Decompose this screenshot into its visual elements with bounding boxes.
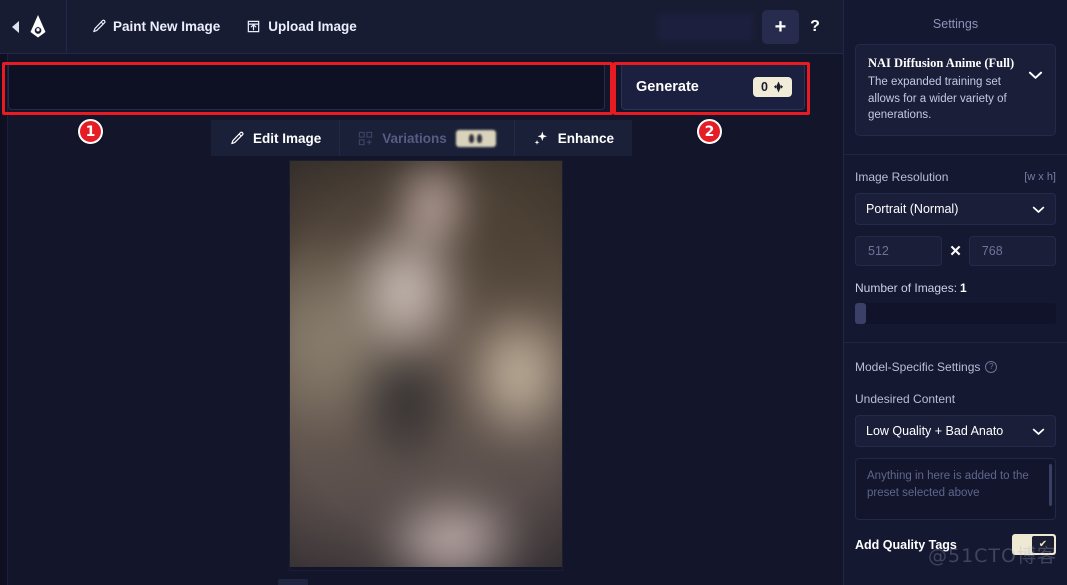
enhance-label: Enhance <box>557 130 615 146</box>
anlas-cost-value: 0 <box>761 79 768 94</box>
dimension-fields: 512 ✕ 768 <box>855 236 1057 267</box>
top-toolbar: Paint New Image Upload Image + ? <box>0 0 843 54</box>
edit-image-button[interactable]: Edit Image <box>210 120 341 156</box>
variations-grid-icon <box>359 131 373 145</box>
thumbnail-strip-handle[interactable] <box>278 579 308 585</box>
image-tab-placeholder[interactable] <box>658 13 753 41</box>
model-selector-card[interactable]: NAI Diffusion Anime (Full) The expanded … <box>855 44 1056 137</box>
logo-group <box>0 0 67 53</box>
variations-cost-badge <box>455 129 496 147</box>
x-icon: ✕ <box>949 243 962 261</box>
prompt-input[interactable] <box>8 63 605 110</box>
number-of-images-slider[interactable] <box>855 303 1056 325</box>
add-tab-button[interactable]: + <box>762 10 799 44</box>
variations-label: Variations <box>382 130 447 146</box>
number-of-images-label: Number of Images: <box>855 281 958 296</box>
chevron-down-icon <box>1032 206 1045 213</box>
slider-knob[interactable] <box>855 303 866 325</box>
generated-image-blurred <box>289 161 562 570</box>
question-mark-icon: ? <box>810 18 820 35</box>
add-quality-tags-row: Add Quality Tags ✔ <box>844 520 1067 556</box>
brush-icon <box>93 19 106 33</box>
width-input[interactable]: 512 <box>855 236 943 267</box>
generate-button[interactable]: Generate 0 <box>621 63 805 110</box>
upload-image-button[interactable]: Upload Image <box>236 12 367 41</box>
add-quality-tags-toggle[interactable]: ✔ <box>1012 534 1056 556</box>
annotation-badge-2: 2 <box>697 119 722 144</box>
resolution-hint: [w x h] <box>1024 171 1056 184</box>
generate-button-wrapper: Generate 0 <box>621 63 805 110</box>
undesired-content-preset-select[interactable]: Low Quality + Bad Anato <box>855 415 1056 448</box>
check-icon: ✔ <box>1032 536 1054 554</box>
settings-panel-title: Settings <box>932 17 979 31</box>
plus-icon: + <box>774 15 787 38</box>
sparkle-icon <box>534 131 547 145</box>
height-input[interactable]: 768 <box>968 236 1057 267</box>
resolution-preset-select[interactable]: Portrait (Normal) <box>855 193 1056 226</box>
help-button[interactable]: ? <box>799 10 831 44</box>
upload-icon <box>248 20 260 33</box>
undesired-content-textarea[interactable]: Anything in here is added to the preset … <box>855 458 1056 521</box>
prompt-input-wrapper <box>8 63 605 110</box>
collapse-left-arrow-icon[interactable] <box>12 20 19 33</box>
resolution-header: Image Resolution [w x h] <box>855 170 1056 184</box>
variations-button[interactable]: Variations <box>340 120 515 156</box>
height-value: 768 <box>981 244 1003 259</box>
edit-image-label: Edit Image <box>252 130 322 146</box>
model-specific-settings-section: Model-Specific Settings? Undesired Conte… <box>844 343 1067 521</box>
toolbar-right-group: + ? <box>658 0 843 54</box>
image-canvas-area <box>8 156 843 585</box>
paint-new-image-button[interactable]: Paint New Image <box>81 12 230 41</box>
model-name: NAI Diffusion Anime (Full) <box>868 56 1015 70</box>
resolution-preset-value: Portrait (Normal) <box>866 202 959 217</box>
textarea-scrollbar[interactable] <box>1049 464 1052 507</box>
image-resolution-label: Image Resolution <box>855 170 949 185</box>
add-quality-tags-label: Add Quality Tags <box>855 537 957 552</box>
toolbar-actions: Paint New Image Upload Image <box>67 12 367 41</box>
anlas-glyph <box>477 133 483 143</box>
anlas-cost-badge: 0 <box>753 76 792 97</box>
number-of-images-section: Number of Images: 1 <box>844 266 1067 325</box>
image-bottom-strip <box>289 567 562 570</box>
novelai-logo-icon <box>30 15 46 38</box>
undesired-content-placeholder: Anything in here is added to the preset … <box>867 470 1029 500</box>
width-value: 512 <box>868 244 889 259</box>
chevron-down-icon <box>1028 71 1043 79</box>
annotation-badge-1: 1 <box>78 119 103 144</box>
paint-new-image-label: Paint New Image <box>113 19 221 34</box>
info-icon[interactable]: ? <box>985 360 998 373</box>
undesired-content-label: Undesired Content <box>855 392 956 407</box>
number-of-images-label-row: Number of Images: 1 <box>855 281 1056 295</box>
model-specific-label: Model-Specific Settings <box>855 360 981 375</box>
anlas-glyph <box>469 133 475 143</box>
enhance-button[interactable]: Enhance <box>514 120 633 156</box>
upload-image-label: Upload Image <box>268 19 357 34</box>
undesired-content-preset-value: Low Quality + Bad Anato <box>866 424 1004 439</box>
generated-image-preview[interactable] <box>288 160 563 571</box>
novelai-image-generation-app: Paint New Image Upload Image + ? Generat… <box>0 0 1067 585</box>
settings-panel: Settings NAI Diffusion Anime (Full) The … <box>843 0 1067 585</box>
generate-label: Generate <box>636 78 699 95</box>
number-of-images-value: 1 <box>960 281 967 296</box>
model-description: The expanded training set allows for a w… <box>868 76 1007 122</box>
model-specific-header: Model-Specific Settings? <box>855 358 1056 376</box>
prompt-row: Generate 0 <box>0 54 843 120</box>
image-resolution-section: Image Resolution [w x h] Portrait (Norma… <box>844 155 1067 267</box>
chevron-down-icon <box>1032 428 1045 435</box>
anlas-icon <box>773 81 784 92</box>
model-card-text: NAI Diffusion Anime (Full) The expanded … <box>868 56 1022 124</box>
brush-icon <box>231 131 244 144</box>
